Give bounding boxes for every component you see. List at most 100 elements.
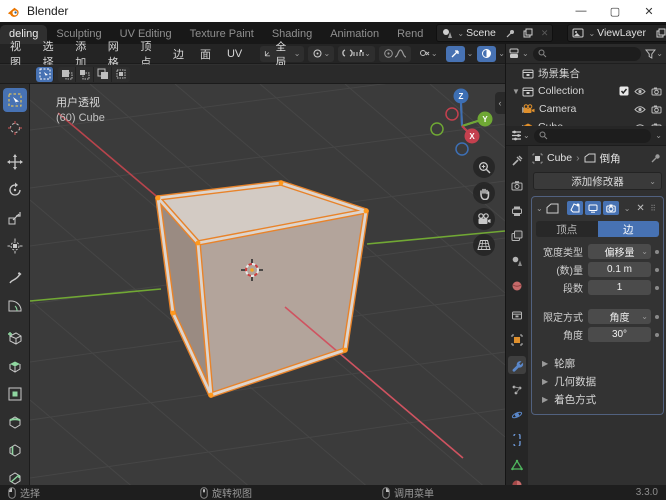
limit-method-dropdown[interactable]: 角度 ⌄ <box>588 309 651 324</box>
outliner-row-collection[interactable]: ▼ Collection <box>506 82 666 100</box>
outliner-row-cube[interactable]: ▶ Cube <box>506 118 666 126</box>
tab-constraint-properties[interactable] <box>508 431 526 449</box>
edit-mode-display-toggle[interactable] <box>566 201 583 215</box>
tab-render-properties[interactable] <box>508 177 526 195</box>
menu-uv[interactable]: UV <box>219 48 250 60</box>
editor-type-icon[interactable] <box>510 130 523 141</box>
tab-world-properties[interactable] <box>508 277 526 295</box>
tab-animation[interactable]: Animation <box>321 25 388 44</box>
panel-expand-icon[interactable]: ⌄ <box>536 204 543 213</box>
tool-transform[interactable] <box>3 234 27 258</box>
tab-modifier-properties[interactable] <box>508 356 526 374</box>
new-scene-icon[interactable] <box>519 25 537 41</box>
tool-rotate[interactable] <box>3 178 27 202</box>
outliner-search-input[interactable] <box>532 46 642 61</box>
select-mode-subtract-button[interactable] <box>94 66 112 82</box>
camera-view-button[interactable] <box>473 208 495 230</box>
viewlayer-selector[interactable]: ⌄ ViewLayer ✕ <box>567 24 666 42</box>
zoom-button[interactable] <box>473 156 495 178</box>
eye-icon[interactable] <box>634 87 646 96</box>
outliner-row-camera[interactable]: ▶ Camera <box>506 100 666 118</box>
tab-tool-properties[interactable] <box>508 152 526 170</box>
affect-vertices-tab[interactable]: 顶点 <box>536 221 598 237</box>
tab-physics-properties[interactable] <box>508 406 526 424</box>
maximize-button[interactable]: ▢ <box>598 0 632 22</box>
chevron-down-icon[interactable]: ⌄ <box>655 131 662 140</box>
pin-icon[interactable] <box>651 153 661 163</box>
eye-icon[interactable] <box>634 105 646 114</box>
chevron-down-icon[interactable]: ⌄ <box>523 131 530 140</box>
angle-input[interactable]: 30° <box>588 327 651 342</box>
snap-controls[interactable]: ⌄ <box>338 45 375 62</box>
width-type-dropdown[interactable]: 偏移量 ⌄ <box>588 244 651 259</box>
viewport-3d[interactable]: 用户透视 (60) Cube Z Y X ‹ <box>30 84 505 485</box>
tab-shading[interactable]: Shading <box>263 25 321 44</box>
tool-move[interactable] <box>3 150 27 174</box>
overlays-toggle[interactable] <box>477 45 497 62</box>
transform-orientation-dropdown[interactable]: 全局 ⌄ <box>260 41 305 68</box>
close-button[interactable]: ✕ <box>632 0 666 22</box>
realtime-display-toggle[interactable] <box>584 201 601 215</box>
tab-viewlayer-properties[interactable] <box>508 227 526 245</box>
tool-select-box[interactable] <box>3 88 27 112</box>
filter-funnel-icon[interactable] <box>645 49 657 59</box>
properties-search-input[interactable] <box>533 128 652 143</box>
affect-edges-tab[interactable]: 边 <box>597 221 659 237</box>
outliner-row-scene-collection[interactable]: 场景集合 <box>506 64 666 82</box>
pan-button[interactable] <box>473 182 495 204</box>
menu-edge[interactable]: 边 <box>165 46 192 62</box>
tab-texture-paint[interactable]: Texture Paint <box>181 25 263 44</box>
tool-extrude-region[interactable] <box>3 354 27 378</box>
tool-knife[interactable] <box>3 466 27 485</box>
minimize-button[interactable]: — <box>564 0 598 22</box>
tool-annotate[interactable] <box>3 266 27 290</box>
gizmos-toggle[interactable] <box>445 45 465 62</box>
checkbox-icon[interactable] <box>619 86 629 96</box>
tool-scale[interactable] <box>3 206 27 230</box>
animate-dot[interactable] <box>655 249 659 254</box>
render-display-toggle[interactable] <box>602 201 619 215</box>
tab-collection-properties[interactable] <box>508 306 526 324</box>
tab-object-properties[interactable] <box>508 331 526 349</box>
chevron-down-icon[interactable]: ⌄ <box>656 49 663 58</box>
tool-cursor[interactable] <box>3 116 27 140</box>
tab-particle-properties[interactable] <box>508 381 526 399</box>
modifier-extras-dropdown-icon[interactable]: ⌄ <box>624 204 631 213</box>
caret-expanded-icon[interactable]: ▼ <box>512 87 522 96</box>
menu-face[interactable]: 面 <box>192 46 219 62</box>
animate-dot[interactable] <box>655 314 659 319</box>
chevron-down-icon[interactable]: ⌄ <box>522 49 529 58</box>
tool-bevel[interactable] <box>3 410 27 434</box>
amount-input[interactable]: 0.1 m <box>588 262 651 277</box>
delete-modifier-icon[interactable]: ✕ <box>636 203 644 214</box>
section-profile[interactable]: ▶ 轮廓 <box>532 354 663 372</box>
tab-render[interactable]: Rend <box>388 25 432 44</box>
select-mode-new-button[interactable] <box>58 66 76 82</box>
animate-dot[interactable] <box>655 332 659 337</box>
editor-type-icon[interactable] <box>509 48 522 59</box>
add-modifier-button[interactable]: 添加修改器 ⌄ <box>533 172 662 190</box>
tool-add-cube[interactable] <box>3 326 27 350</box>
proportional-editing-toggle[interactable] <box>378 45 411 62</box>
render-visibility-icon[interactable] <box>651 87 662 96</box>
animate-dot[interactable] <box>655 285 659 290</box>
breadcrumb-object[interactable]: Cube <box>547 152 572 164</box>
sidebar-toggle-arrow[interactable]: ‹ <box>495 92 505 114</box>
select-mode-intersect-button[interactable] <box>112 66 130 82</box>
select-mode-tweak-button[interactable] <box>36 66 54 82</box>
chevron-down-icon[interactable]: ⌄ <box>498 49 505 58</box>
tool-measure[interactable] <box>3 294 27 318</box>
breadcrumb-modifier[interactable]: 倒角 <box>600 151 621 166</box>
render-visibility-icon[interactable] <box>651 105 662 114</box>
perspective-toggle-button[interactable] <box>473 234 495 256</box>
tab-output-properties[interactable] <box>508 202 526 220</box>
pin-icon[interactable] <box>502 25 519 41</box>
section-geometry[interactable]: ▶ 几何数据 <box>532 372 663 390</box>
scene-selector[interactable]: ⌄ Scene ✕ <box>436 24 554 42</box>
visibility-dropdown[interactable]: ⌄ <box>415 46 442 62</box>
tab-scene-properties[interactable] <box>508 252 526 270</box>
section-shading[interactable]: ▶ 着色方式 <box>532 390 663 408</box>
tool-loop-cut[interactable] <box>3 438 27 462</box>
chevron-down-icon[interactable]: ⌄ <box>467 49 474 58</box>
animate-dot[interactable] <box>655 267 659 272</box>
